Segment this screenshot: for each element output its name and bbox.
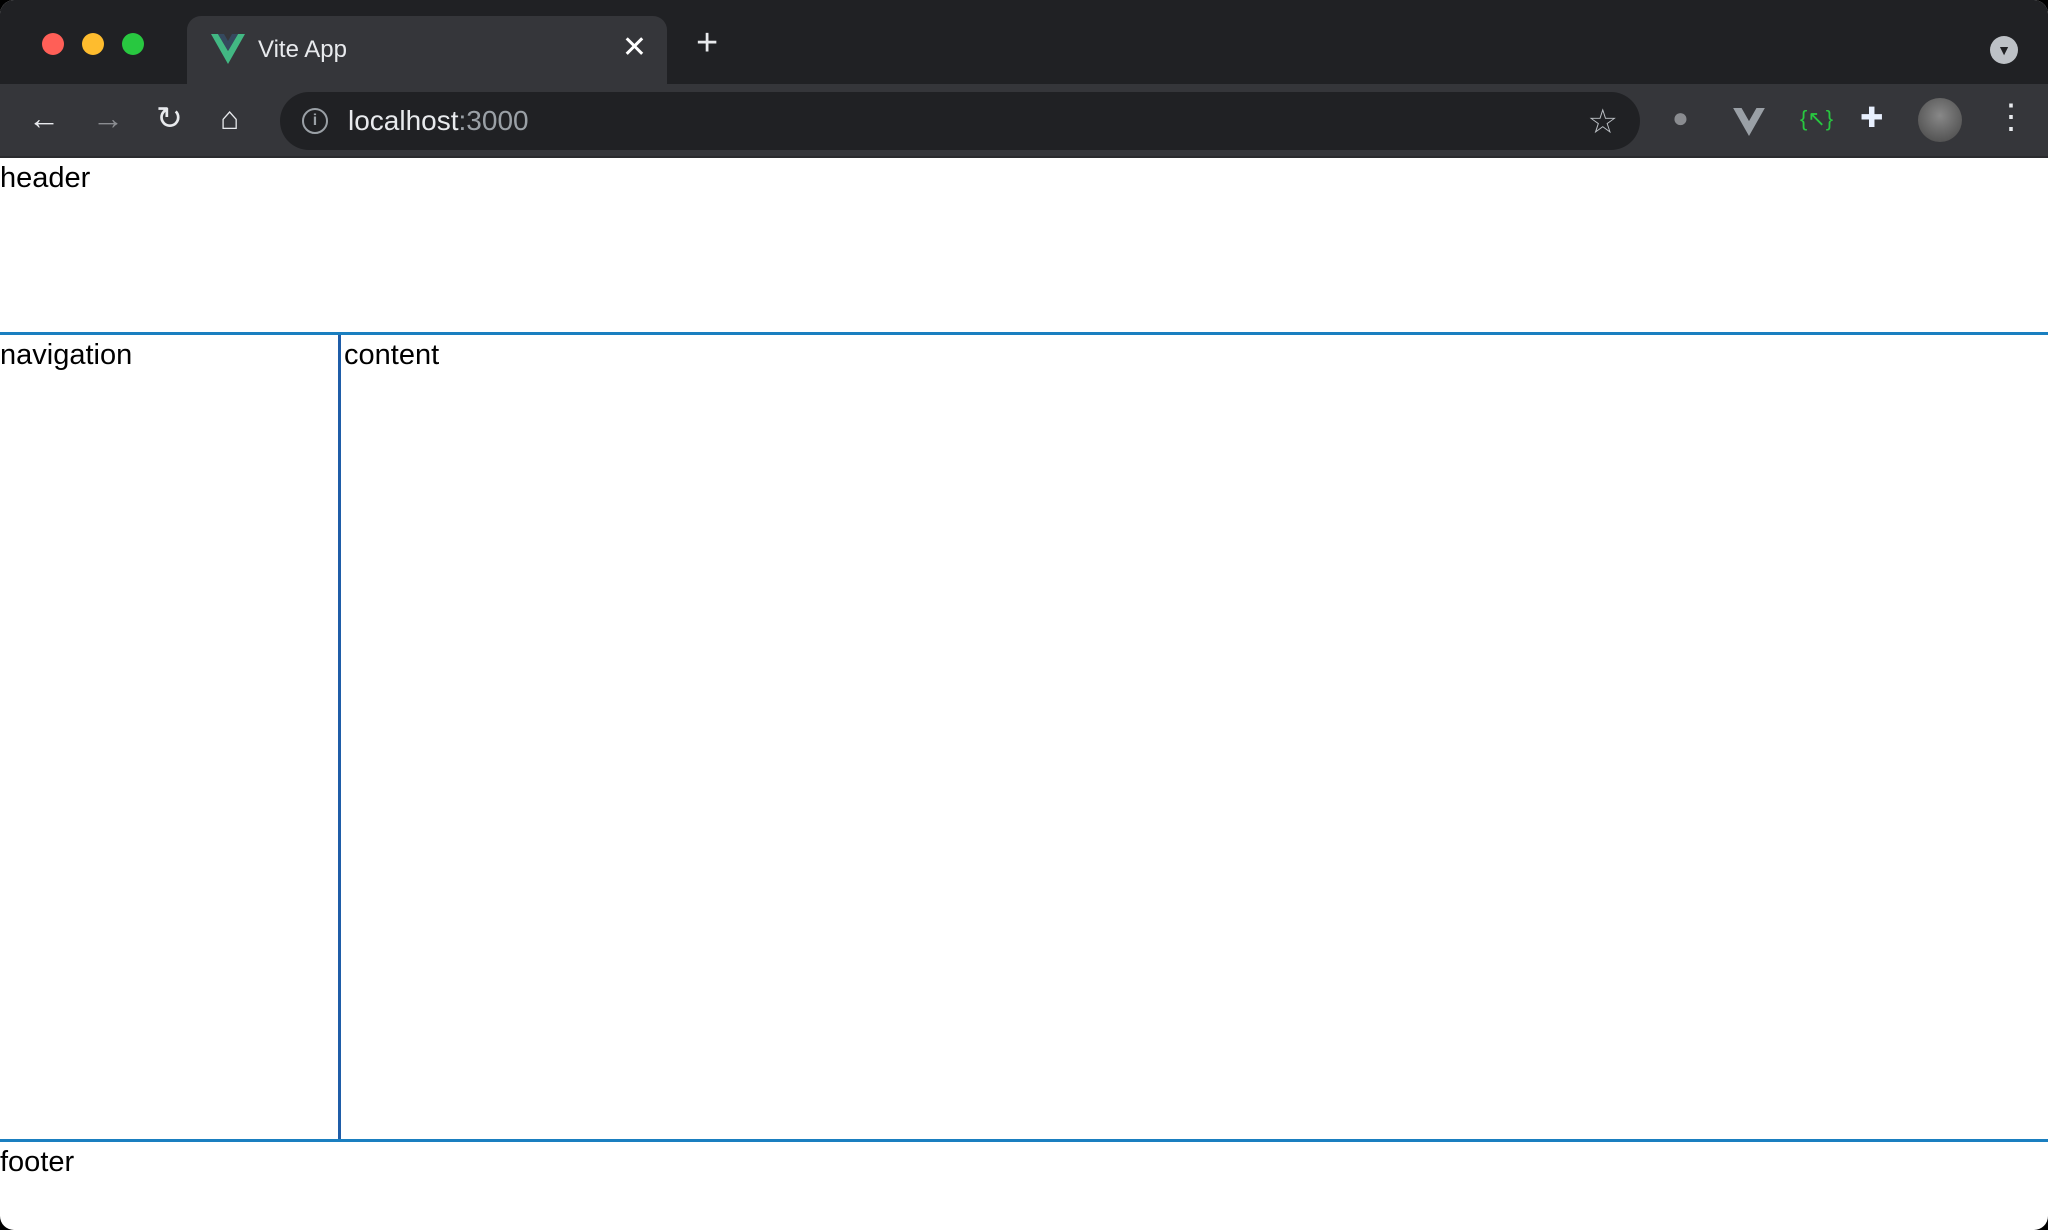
- close-window-button[interactable]: [42, 33, 64, 55]
- url-port: :3000: [458, 105, 529, 136]
- more-icon[interactable]: ⋮: [1994, 100, 2028, 134]
- navigation-region: navigation: [0, 335, 341, 1139]
- reload-icon[interactable]: ↻: [156, 102, 183, 134]
- browser-tab[interactable]: Vite App ✕: [187, 16, 667, 84]
- vue-logo-icon: [211, 34, 245, 64]
- footer-region: footer: [0, 1139, 2048, 1230]
- header-region: header: [0, 158, 2048, 335]
- minimize-window-button[interactable]: [82, 33, 104, 55]
- puzzle-icon[interactable]: ✚: [1860, 104, 1883, 132]
- page-viewport: header navigation content footer: [0, 158, 2048, 1230]
- footer-label: footer: [0, 1146, 75, 1178]
- tab-search-icon[interactable]: ▼: [1990, 36, 2018, 64]
- vue-devtools-icon[interactable]: [1732, 108, 1766, 136]
- json-extension-icon[interactable]: {↖}: [1800, 108, 1833, 130]
- close-tab-icon[interactable]: ✕: [622, 30, 647, 65]
- home-icon[interactable]: ⌂: [220, 102, 239, 134]
- url-text[interactable]: localhost:3000: [348, 105, 529, 137]
- tab-bar: Vite App ✕ + ▼: [0, 0, 2048, 84]
- browser-window: Vite App ✕ + ▼ ← → ↻ ⌂ i localhost:3000 …: [0, 0, 2048, 1230]
- star-icon[interactable]: ☆: [1588, 102, 1618, 142]
- forward-icon[interactable]: →: [92, 102, 124, 134]
- back-icon[interactable]: ←: [28, 102, 60, 134]
- url-host: localhost: [348, 105, 459, 136]
- maximize-window-button[interactable]: [122, 33, 144, 55]
- bug-extension-icon[interactable]: ●: [1672, 104, 1689, 132]
- content-region: content: [344, 335, 2048, 1139]
- info-icon[interactable]: i: [302, 108, 328, 134]
- header-label: header: [0, 162, 91, 194]
- new-tab-button[interactable]: +: [696, 24, 718, 62]
- toolbar: ← → ↻ ⌂ i localhost:3000 ☆ ● {↖} ✚ ⋮: [0, 84, 2048, 158]
- navigation-label: navigation: [0, 339, 133, 371]
- address-bar[interactable]: i localhost:3000 ☆: [280, 92, 1640, 150]
- tab-title: Vite App: [258, 36, 347, 63]
- content-label: content: [344, 339, 440, 371]
- avatar[interactable]: [1918, 98, 1962, 142]
